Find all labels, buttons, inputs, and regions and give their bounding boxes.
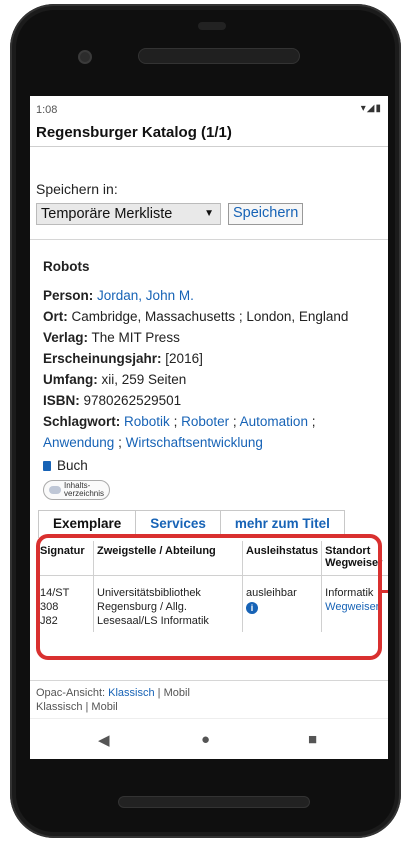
subject-link-robotik[interactable]: Robotik bbox=[124, 414, 170, 429]
record-details: Robots Person: Jordan, John M. Ort: Camb… bbox=[43, 256, 383, 500]
table-of-contents-button[interactable]: Inhalts- verzeichnis bbox=[43, 480, 111, 500]
page-title: Regensburger Katalog (1/1) bbox=[36, 124, 232, 141]
jahr-label: Erscheinungsjahr: bbox=[43, 351, 162, 366]
isbn-label: ISBN: bbox=[43, 393, 80, 408]
ort-label: Ort: bbox=[43, 309, 68, 324]
earpiece-speaker bbox=[138, 48, 300, 64]
subject-separator: ; bbox=[307, 414, 316, 429]
front-camera bbox=[78, 50, 92, 64]
android-nav-bar: ◀ ● ■ bbox=[30, 718, 388, 759]
subject-link-automation[interactable]: Automation bbox=[240, 414, 308, 429]
footer-line2: Klassisch | Mobil bbox=[36, 701, 118, 713]
save-button[interactable]: Speichern bbox=[228, 203, 304, 225]
subject-link-roboter[interactable]: Roboter bbox=[181, 414, 229, 429]
recents-icon[interactable]: ■ bbox=[308, 731, 317, 748]
book-icon bbox=[43, 460, 51, 471]
ort-value: Cambridge, Massachusetts ; London, Engla… bbox=[71, 309, 349, 324]
highlight-pointer bbox=[382, 590, 388, 593]
subject-separator: ; bbox=[169, 414, 178, 429]
isbn-value: 9780262529501 bbox=[83, 393, 182, 408]
record-title: Robots bbox=[43, 259, 90, 274]
back-icon[interactable]: ◀ bbox=[98, 731, 110, 749]
opac-view-line: Opac-Ansicht: Klassisch | Mobil bbox=[36, 686, 382, 700]
screen: 1:08 ▾◢▮ Regensburger Katalog (1/1) Spei… bbox=[30, 96, 388, 759]
toc-icon bbox=[49, 486, 61, 494]
opac-view-label: Opac-Ansicht: bbox=[36, 687, 106, 699]
person-link[interactable]: Jordan, John M. bbox=[97, 288, 194, 303]
subject-separator: ; bbox=[114, 435, 122, 450]
home-icon[interactable]: ● bbox=[201, 731, 210, 748]
view-mobil-label: Mobil bbox=[163, 687, 190, 699]
status-time: 1:08 bbox=[36, 104, 58, 116]
save-in-label: Speichern in: bbox=[36, 181, 118, 197]
subject-separator: ; bbox=[229, 414, 237, 429]
phone-notch bbox=[198, 22, 226, 30]
watchlist-select-value: Temporäre Merkliste bbox=[41, 206, 173, 222]
subject-link-anwendung[interactable]: Anwendung bbox=[43, 435, 114, 450]
medium-label: Buch bbox=[57, 458, 88, 473]
toc-label-line2: verzeichnis bbox=[64, 489, 105, 498]
subject-link-wirtschaftsentwicklung[interactable]: Wirtschaftsentwicklung bbox=[126, 435, 263, 450]
highlight-annotation bbox=[36, 534, 382, 660]
verlag-label: Verlag: bbox=[43, 330, 89, 345]
app-bar: Regensburger Katalog (1/1) bbox=[30, 118, 388, 147]
chevron-down-icon: ▼ bbox=[204, 208, 214, 219]
footer-separator: | bbox=[154, 687, 164, 699]
footer: Opac-Ansicht: Klassisch | Mobil Klassisc… bbox=[30, 680, 388, 719]
verlag-value: The MIT Press bbox=[91, 330, 180, 345]
umfang-label: Umfang: bbox=[43, 372, 98, 387]
schlagwort-label: Schlagwort: bbox=[43, 414, 121, 429]
jahr-value: [2016] bbox=[165, 351, 203, 366]
status-icons: ▾◢▮ bbox=[360, 103, 382, 114]
person-label: Person: bbox=[43, 288, 94, 303]
watchlist-select[interactable]: Temporäre Merkliste ▼ bbox=[36, 203, 221, 225]
medium-type: Buch bbox=[43, 455, 383, 476]
view-klassisch-link[interactable]: Klassisch bbox=[108, 687, 154, 699]
divider bbox=[30, 239, 388, 240]
bottom-speaker bbox=[118, 796, 310, 808]
status-bar: 1:08 ▾◢▮ bbox=[30, 96, 388, 118]
umfang-value: xii, 259 Seiten bbox=[101, 372, 187, 387]
